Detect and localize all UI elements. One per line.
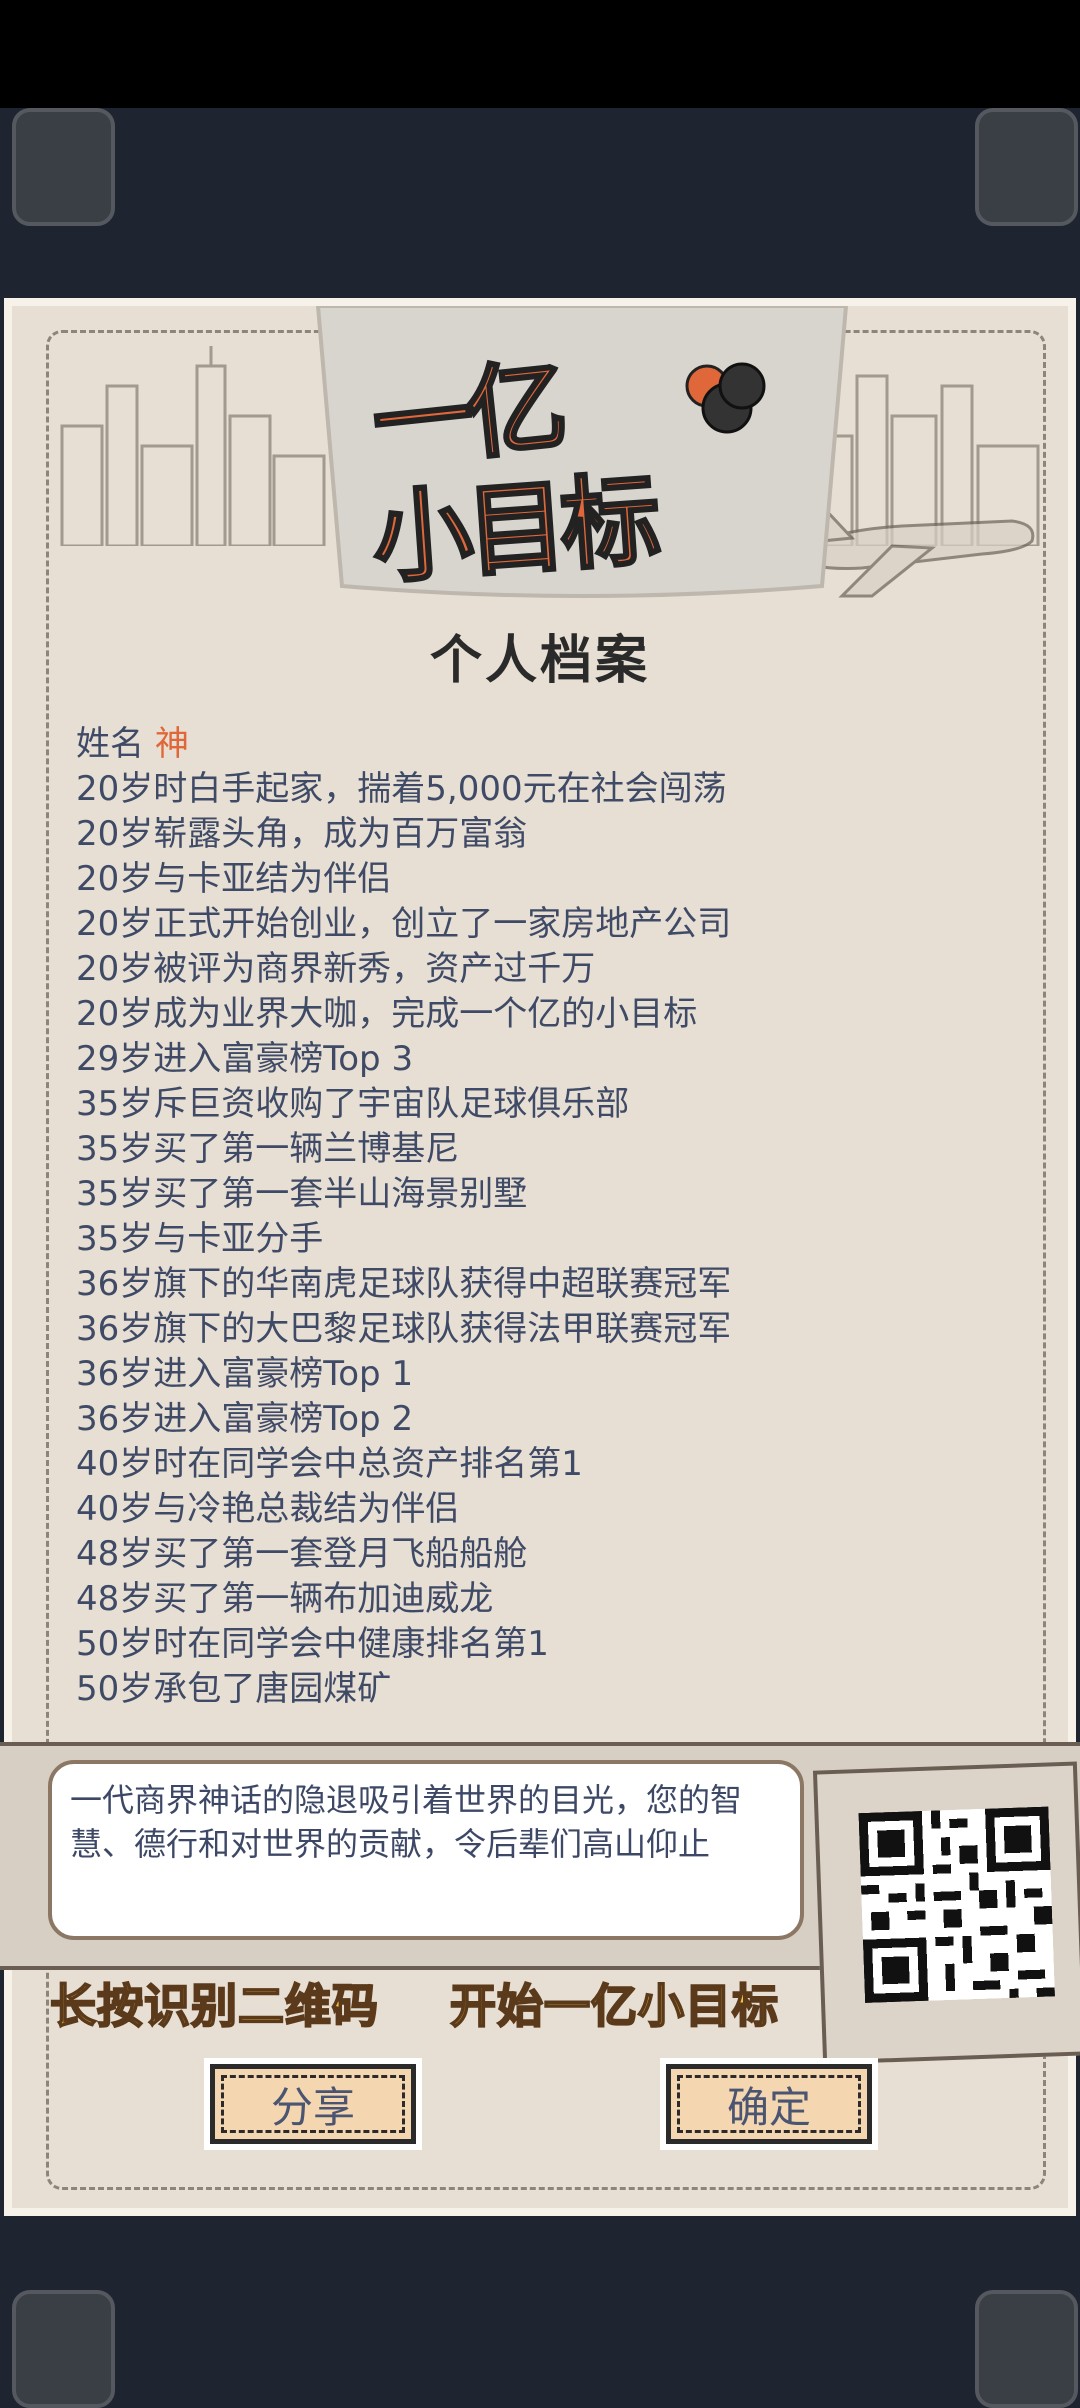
list-item: 40岁时在同学会中总资产排名第1 bbox=[76, 1444, 583, 1484]
list-item: 20岁崭露头角，成为百万富翁 bbox=[76, 814, 528, 854]
qr-code-icon[interactable] bbox=[858, 1806, 1055, 2004]
frame-corner-bottom-left bbox=[12, 2290, 115, 2408]
list-item: 29岁进入富豪榜Top 3 bbox=[76, 1039, 414, 1079]
list-item: 20岁被评为商界新秀，资产过千万 bbox=[76, 949, 596, 989]
name-row: 姓名 神 bbox=[76, 722, 976, 767]
city-skyline-left bbox=[60, 346, 326, 546]
name-value: 神 bbox=[154, 724, 189, 764]
list-item: 35岁买了第一辆兰博基尼 bbox=[76, 1129, 460, 1169]
list-item: 20岁正式开始创业，创立了一家房地产公司 bbox=[76, 904, 732, 944]
list-item: 50岁时在同学会中健康排名第1 bbox=[76, 1624, 549, 1664]
list-item: 50岁承包了唐园煤矿 bbox=[76, 1669, 392, 1709]
list-item: 35岁与卡亚分手 bbox=[76, 1219, 324, 1259]
frame-corner-top-left bbox=[12, 108, 115, 226]
qr-code-card[interactable] bbox=[812, 1761, 1080, 2065]
list-item: 48岁买了第一辆布加迪威龙 bbox=[76, 1579, 494, 1619]
message-box: 一代商界神话的隐退吸引着世界的目光，您的智慧、德行和对世界的贡献，令后辈们高山仰… bbox=[48, 1760, 804, 1940]
life-records-list: 姓名 神 20岁时白手起家，揣着5,000元在社会闯荡 20岁崭露头角，成为百万… bbox=[76, 722, 976, 1712]
list-item: 35岁斥巨资收购了宇宙队足球俱乐部 bbox=[76, 1084, 630, 1124]
list-item: 36岁旗下的华南虎足球队获得中超联赛冠军 bbox=[76, 1264, 732, 1304]
list-item: 20岁时白手起家，揣着5,000元在社会闯荡 bbox=[76, 769, 727, 809]
list-item: 36岁进入富豪榜Top 2 bbox=[76, 1399, 414, 1439]
list-item: 36岁旗下的大巴黎足球队获得法甲联赛冠军 bbox=[76, 1309, 732, 1349]
frame-corner-top-right bbox=[975, 108, 1078, 226]
confirm-button[interactable]: 确定 bbox=[666, 2064, 872, 2144]
list-item: 40岁与冷艳总裁结为伴侣 bbox=[76, 1489, 460, 1529]
name-label: 姓名 bbox=[76, 724, 155, 764]
share-button[interactable]: 分享 bbox=[210, 2064, 416, 2144]
qr-cta-label: 开始一亿小目标 bbox=[449, 1978, 779, 2034]
list-item: 48岁买了第一套登月飞船船舱 bbox=[76, 1534, 528, 1574]
list-item: 36岁进入富豪榜Top 1 bbox=[76, 1354, 414, 1394]
list-item: 20岁与卡亚结为伴侣 bbox=[76, 859, 392, 899]
frame-corner-bottom-right bbox=[975, 2290, 1078, 2408]
qr-hint-label: 长按识别二维码 bbox=[49, 1978, 379, 2034]
list-item: 20岁成为业界大咖，完成一个亿的小目标 bbox=[76, 994, 698, 1034]
logo-text-line2: 小目标 bbox=[367, 460, 659, 599]
list-item: 35岁买了第一套半山海景别墅 bbox=[76, 1174, 528, 1214]
page-title: 个人档案 bbox=[429, 631, 650, 691]
